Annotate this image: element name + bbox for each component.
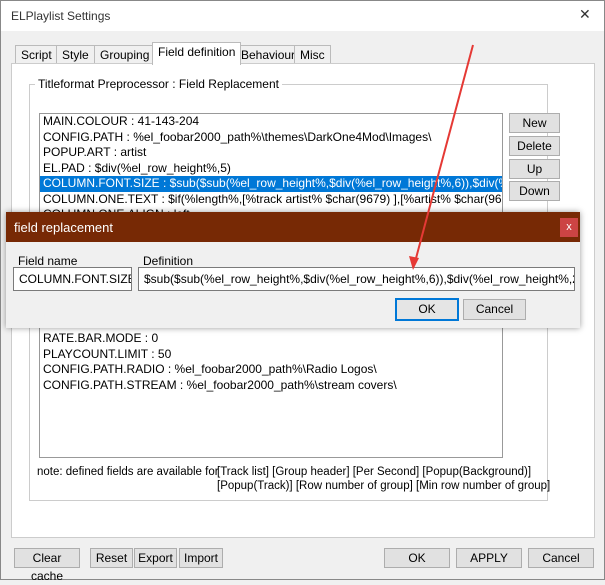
red-arrow-annotation: [409, 44, 474, 270]
tab-field-definition[interactable]: Field definition: [152, 42, 242, 65]
